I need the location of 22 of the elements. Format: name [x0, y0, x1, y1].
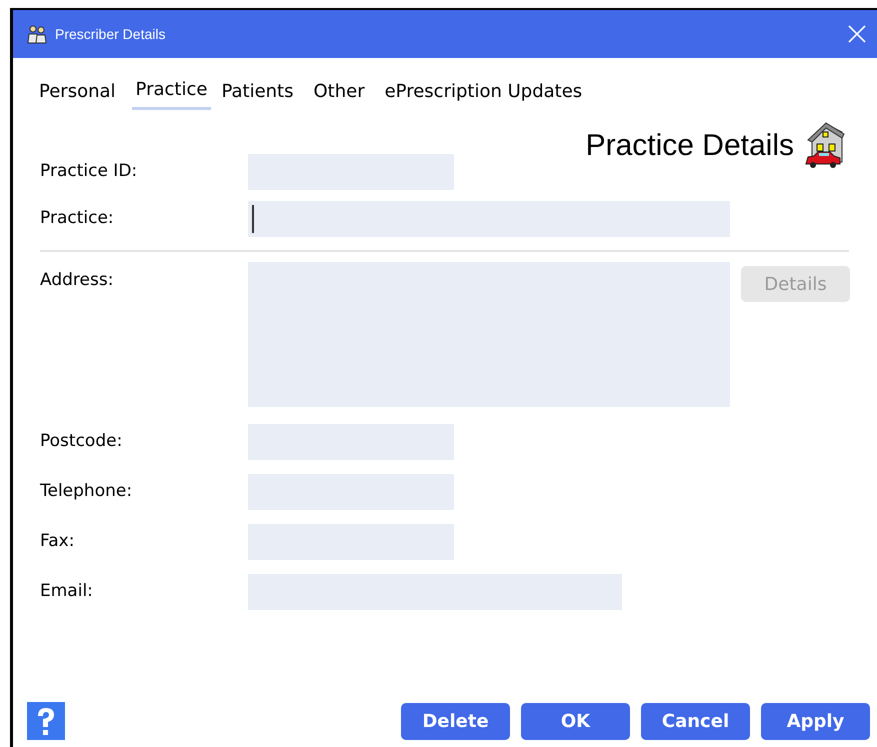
dialog-button[interactable]: Delete — [401, 702, 510, 740]
people-icon — [27, 24, 47, 44]
tab[interactable]: ePrescription Updates — [380, 78, 586, 112]
input-field[interactable] — [248, 201, 730, 237]
tab[interactable]: Personal — [35, 78, 120, 112]
tab[interactable]: Patients — [217, 78, 298, 112]
section-heading: Practice Details — [586, 128, 794, 164]
field-label: Practice: — [40, 207, 115, 230]
window-title: Prescriber Details — [55, 24, 166, 44]
dialog-button[interactable]: Apply — [761, 702, 870, 740]
field-label: Fax: — [40, 530, 76, 554]
field-label: Telephone: — [40, 480, 134, 504]
dialog-button[interactable]: Cancel — [641, 702, 750, 740]
field-label: Email: — [40, 580, 94, 604]
tab[interactable]: Other — [310, 78, 369, 112]
help-icon[interactable] — [27, 702, 65, 740]
field-label: Postcode: — [40, 430, 124, 454]
field-label: Address: — [40, 269, 114, 292]
close-icon[interactable] — [847, 24, 867, 44]
tab[interactable]: Practice — [132, 76, 212, 110]
dialog-button[interactable]: OK — [521, 702, 630, 740]
field-label: Practice ID: — [40, 160, 138, 184]
